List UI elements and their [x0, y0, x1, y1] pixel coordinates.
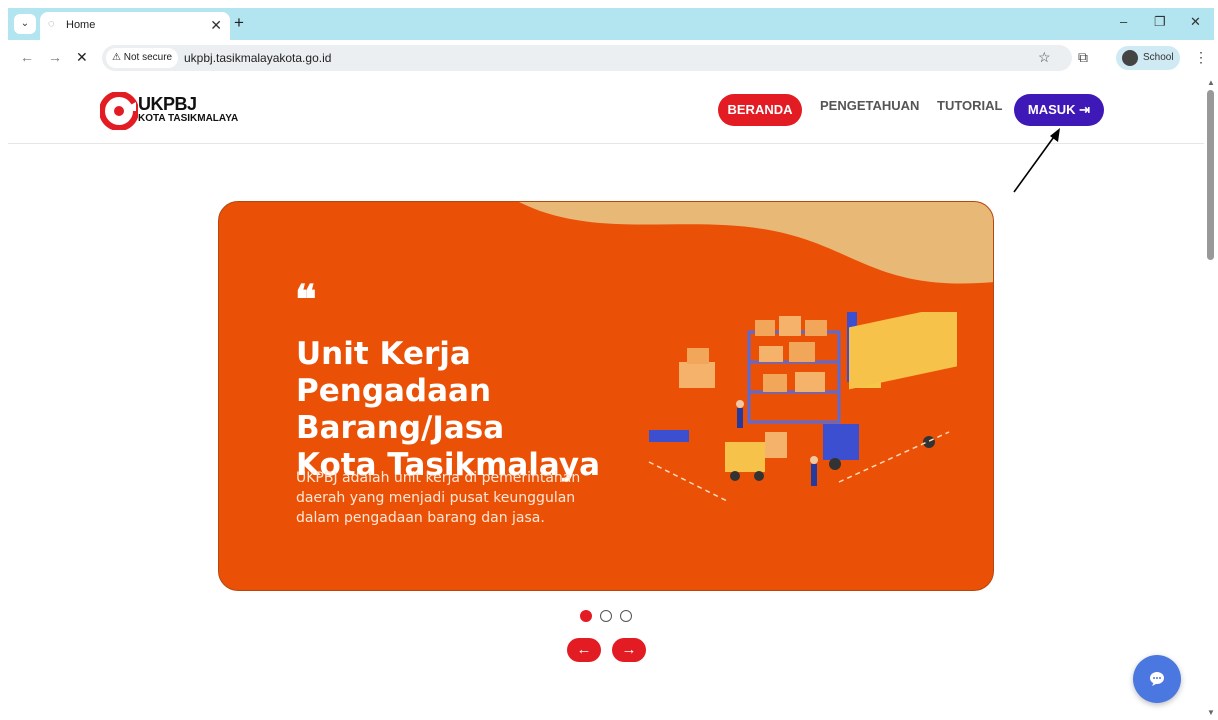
hero-title-line: Unit Kerja Pengadaan: [296, 336, 492, 409]
tab-close-icon[interactable]: ✕: [210, 17, 222, 34]
hero-title: Unit Kerja Pengadaan Barang/Jasa Kota Ta…: [296, 336, 676, 484]
quote-icon: ❝: [295, 276, 317, 323]
nav-masuk-button[interactable]: MASUK ⇥: [1014, 94, 1104, 126]
carousel-dot-1[interactable]: [580, 610, 592, 622]
hero-desc-line: dalam pengadaan barang dan jasa.: [296, 510, 545, 526]
ukpbj-logo-icon[interactable]: [100, 92, 138, 130]
minimize-button[interactable]: –: [1120, 14, 1127, 29]
warehouse-illustration-icon: [648, 312, 957, 503]
scroll-down-icon[interactable]: ▼: [1207, 708, 1215, 717]
close-window-button[interactable]: ✕: [1190, 14, 1201, 30]
stop-button[interactable]: ✕: [76, 49, 88, 66]
forward-button[interactable]: →: [48, 49, 62, 65]
carousel-prev-button[interactable]: ←: [567, 638, 601, 662]
scroll-up-icon[interactable]: ▲: [1207, 78, 1215, 87]
new-tab-button[interactable]: +: [234, 13, 244, 33]
carousel-dot-2[interactable]: [600, 610, 612, 622]
carousel-next-button[interactable]: →: [612, 638, 646, 662]
profile-name: School: [1143, 52, 1174, 63]
page-scrollbar[interactable]: ▲ ▼: [1204, 76, 1218, 720]
carousel-dot-3[interactable]: [620, 610, 632, 622]
hero-desc-line: UKPBJ adalah unit kerja di pemerintahan: [296, 470, 581, 486]
logo-subtitle: KOTA TASIKMALAYA: [138, 113, 239, 124]
profile-button[interactable]: School: [1116, 46, 1180, 70]
chat-bubble-icon: [1150, 672, 1164, 686]
url-text[interactable]: ukpbj.tasikmalayakota.go.id: [184, 51, 331, 65]
logo-title[interactable]: UKPBJ: [138, 94, 197, 115]
nav-pengetahuan-link[interactable]: PENGETAHUAN: [820, 98, 919, 113]
tab-strip: ⌄ ◌ Home ✕ + – ❐ ✕: [8, 8, 1214, 40]
avatar: [1122, 50, 1138, 66]
tab-search-button[interactable]: ⌄: [14, 14, 36, 34]
hero-wave-decoration: [519, 202, 993, 284]
bookmark-star-icon[interactable]: ☆: [1038, 49, 1051, 66]
nav-tutorial-link[interactable]: TUTORIAL: [937, 98, 1002, 113]
chat-button[interactable]: [1133, 655, 1181, 703]
browser-window: ⌄ ◌ Home ✕ + – ❐ ✕ ← → ✕ ⚠ Not secure uk…: [0, 0, 1218, 720]
security-indicator[interactable]: ⚠ Not secure: [106, 48, 179, 68]
carousel-indicators: [580, 610, 640, 624]
tab-title: Home: [66, 19, 96, 31]
loading-icon: ◌: [48, 18, 55, 30]
hero-slide: ❝ Unit Kerja Pengadaan Barang/Jasa Kota …: [218, 201, 994, 591]
hero-desc-line: daerah yang menjadi pusat keunggulan: [296, 490, 576, 506]
restore-button[interactable]: ❐: [1154, 14, 1166, 30]
address-bar[interactable]: ⚠ Not secure ukpbj.tasikmalayakota.go.id: [102, 45, 1072, 71]
hero-title-line: Barang/Jasa: [296, 410, 505, 446]
browser-toolbar: ← → ✕ ⚠ Not secure ukpbj.tasikmalayakota…: [8, 40, 1214, 76]
menu-kebab-icon[interactable]: ⋮: [1194, 49, 1208, 66]
annotation-arrow-icon: [1013, 128, 1060, 193]
hero-description: UKPBJ adalah unit kerja di pemerintahan …: [296, 468, 596, 528]
back-button[interactable]: ←: [20, 49, 34, 65]
scroll-thumb[interactable]: [1207, 90, 1214, 260]
extensions-icon[interactable]: ⧉: [1078, 49, 1088, 66]
tab-home[interactable]: ◌ Home ✕: [40, 12, 230, 40]
nav-beranda-button[interactable]: BERANDA: [718, 94, 802, 126]
